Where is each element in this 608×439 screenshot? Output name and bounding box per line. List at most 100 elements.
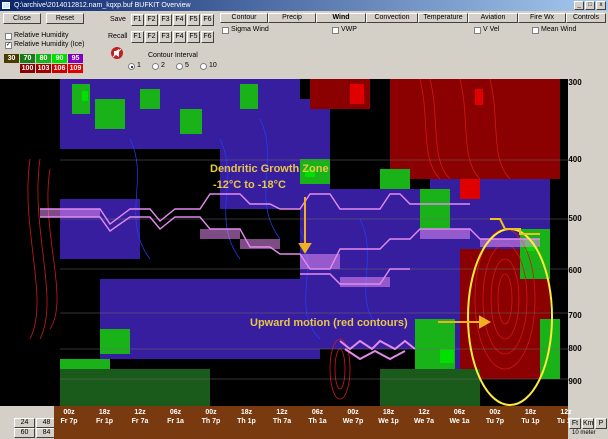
relative-humidity-checkbox[interactable] <box>5 33 12 40</box>
recall-f1-button[interactable]: F1 <box>131 31 144 43</box>
color-scale-cell: 95 <box>68 54 83 63</box>
overview-plot: Dendritic Growth Zone -12°C to -18°C Upw… <box>0 79 568 406</box>
time-label-hour: 18z <box>98 409 111 416</box>
save-f2-button[interactable]: F2 <box>145 14 158 26</box>
wind-option-label: VWP <box>341 26 357 33</box>
time-label-hour: 18z <box>240 409 253 416</box>
wind-option-label: Mean Wind <box>541 26 577 33</box>
relative-humidity-ice-checkbox[interactable]: ✓ <box>5 42 12 49</box>
wind-option-checkbox-v-vel[interactable] <box>474 27 481 34</box>
close-button[interactable]: Close <box>3 13 41 24</box>
time-label-day: We 1a <box>449 418 470 425</box>
color-scale-cell: 70 <box>20 54 35 63</box>
speaker-icon[interactable] <box>110 46 124 60</box>
save-f1-button[interactable]: F1 <box>131 14 144 26</box>
save-f6-button[interactable]: F6 <box>201 14 214 26</box>
reset-button[interactable]: Reset <box>46 13 84 24</box>
wind-option-checkbox-vwp[interactable] <box>332 27 339 34</box>
time-label-hour: 12z <box>276 409 288 416</box>
time-label-day: Fr 7a <box>131 418 149 425</box>
dgz-annotation-line-2: -12°C to -18°C <box>213 179 286 191</box>
wind-option-checkbox-sigma-wind[interactable] <box>222 27 229 34</box>
wind-option-label: Sigma Wind <box>231 26 269 33</box>
tab-contour[interactable]: Contour <box>220 13 268 23</box>
hour-button-24[interactable]: 24 <box>14 418 35 428</box>
upward-motion-annotation: Upward motion (red contours) <box>250 317 408 329</box>
unit-button-ft[interactable]: Ft <box>569 418 581 429</box>
contour-interval-option-label: 10 <box>209 62 217 69</box>
time-label-hour: 00z <box>489 409 501 416</box>
tab-fire-wx[interactable]: Fire Wx <box>518 13 566 23</box>
time-label-hour: 18z <box>524 409 537 416</box>
time-label-day: Fr 1a <box>167 418 184 425</box>
time-label-hour: 06z <box>311 409 324 416</box>
pressure-label: 800 <box>568 344 582 353</box>
contour-interval-radio-10[interactable] <box>200 63 207 70</box>
recall-f3-button[interactable]: F3 <box>159 31 172 43</box>
pressure-label: 600 <box>568 266 582 275</box>
save-f3-button[interactable]: F3 <box>159 14 172 26</box>
time-label-hour: 12z <box>418 409 430 416</box>
time-label-day: Tu 1p <box>521 418 540 425</box>
time-label-hour: 06z <box>169 409 182 416</box>
time-label-hour: 00z <box>347 409 359 416</box>
unit-button-p[interactable]: P <box>595 418 607 429</box>
hour-button-60[interactable]: 60 <box>14 428 35 438</box>
contour-interval-option-label: 1 <box>137 62 141 69</box>
color-scale-cell: 90 <box>52 54 67 63</box>
tab-aviation[interactable]: Aviation <box>468 13 518 23</box>
title-bar: Q:\archive\2014012812.nam_kqxp.buf BUFKI… <box>0 0 608 11</box>
app-icon <box>2 2 10 9</box>
recall-f5-button[interactable]: F5 <box>187 31 200 43</box>
time-label-day: Fr 1p <box>95 418 114 425</box>
time-label-day: We 7p <box>342 418 364 425</box>
pressure-label: 900 <box>568 377 582 386</box>
contour-interval-radio-2[interactable] <box>152 63 159 70</box>
time-label-day: Fr 7p <box>60 418 78 425</box>
contour-interval-radio-5[interactable] <box>176 63 183 70</box>
time-label-day: Th 1a <box>308 418 327 425</box>
tab-temperature[interactable]: Temperature <box>418 13 468 23</box>
time-label-day: We 1p <box>378 418 399 425</box>
save-f5-button[interactable]: F5 <box>187 14 200 26</box>
plot-canvas <box>0 79 568 406</box>
pressure-axis <box>568 79 608 406</box>
save-label: Save <box>110 16 126 23</box>
unit-button-km[interactable]: Km <box>582 418 594 429</box>
relative-humidity-label: Relative Humidity <box>14 32 69 39</box>
minimize-button[interactable]: _ <box>574 1 584 10</box>
time-label-hour: 00z <box>205 409 217 416</box>
pressure-label: 400 <box>568 155 582 164</box>
tab-convection[interactable]: Convection <box>366 13 418 23</box>
color-scale-cell: 80 <box>36 54 51 63</box>
color-scale-cell: 103 <box>36 64 51 73</box>
relative-humidity-ice-label: Relative Humidity (Ice) <box>14 41 85 48</box>
time-label-hour: 06z <box>453 409 466 416</box>
time-label-day: Th 7a <box>272 418 292 425</box>
maximize-button[interactable]: □ <box>585 1 595 10</box>
window-title: Q:\archive\2014012812.nam_kqxp.buf BUFKI… <box>14 2 191 9</box>
tab-controls[interactable]: Controls <box>566 13 606 23</box>
time-label-hour: 12z <box>560 409 572 416</box>
time-label-hour: 18z <box>382 409 395 416</box>
time-label-hour: 00z <box>63 409 75 416</box>
contour-interval-option-label: 2 <box>161 62 165 69</box>
time-label-day: Th 7p <box>201 418 221 425</box>
pressure-label: 700 <box>568 311 582 320</box>
recall-f2-button[interactable]: F2 <box>145 31 158 43</box>
tab-precip[interactable]: Precip <box>268 13 316 23</box>
time-label-day: Tu 7p <box>485 418 505 425</box>
pressure-label: 300 <box>568 78 582 87</box>
height-label: 10 meter <box>572 430 596 436</box>
save-f4-button[interactable]: F4 <box>173 14 186 26</box>
wind-option-label: V Vel <box>483 26 500 33</box>
color-scale-cell: 30 <box>4 54 19 63</box>
recall-f6-button[interactable]: F6 <box>201 31 214 43</box>
wind-option-checkbox-mean-wind[interactable] <box>532 27 539 34</box>
recall-label: Recall <box>108 33 128 40</box>
color-scale-cell: 100 <box>20 64 35 73</box>
contour-interval-radio-1[interactable] <box>128 63 135 70</box>
recall-f4-button[interactable]: F4 <box>173 31 186 43</box>
close-window-button[interactable]: x <box>596 1 606 10</box>
tab-wind[interactable]: Wind <box>316 13 366 23</box>
